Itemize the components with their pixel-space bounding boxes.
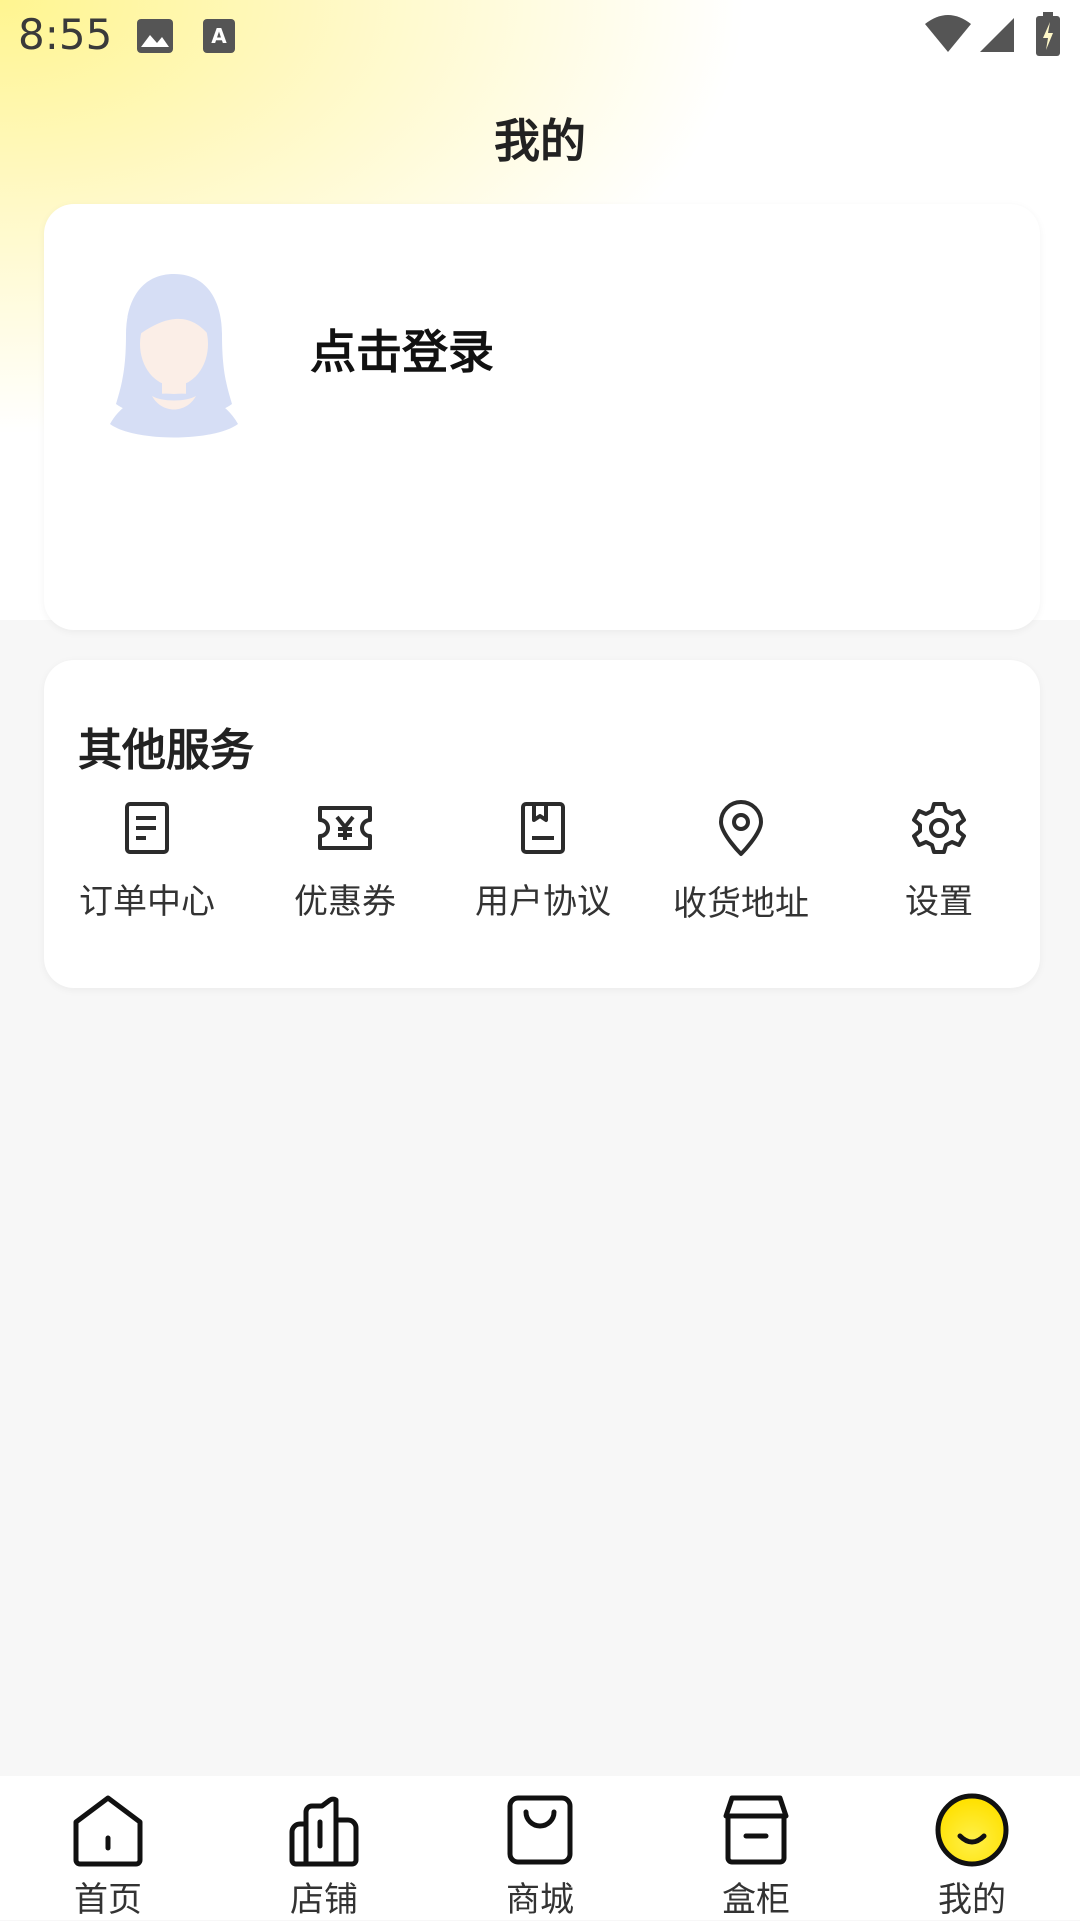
page-title: 我的 [494, 114, 586, 168]
service-label: 收货地址 [673, 884, 809, 924]
services-card: 其他服务 订单中心 优惠券 用户协议 收货地址 设置 [44, 660, 1040, 988]
login-card[interactable]: 点击登录 [44, 204, 1040, 630]
service-label: 设置 [905, 882, 973, 922]
tab-store[interactable]: 店铺 [216, 1792, 432, 1921]
font-download-icon: A [202, 18, 236, 58]
service-user-agreement[interactable]: 用户协议 [444, 800, 642, 923]
box-cabinet-icon [648, 1792, 864, 1868]
smiley-icon [864, 1792, 1080, 1868]
gear-icon [840, 800, 1038, 856]
shopping-bag-icon [432, 1792, 648, 1868]
service-coupon[interactable]: 优惠券 [246, 800, 444, 923]
services-title: 其他服务 [78, 725, 254, 776]
status-time: 8:55 [18, 10, 113, 59]
tab-home[interactable]: 首页 [0, 1792, 216, 1921]
tab-label: 我的 [938, 1880, 1006, 1920]
tab-label: 商城 [506, 1880, 574, 1920]
tab-label: 首页 [74, 1880, 142, 1920]
user-avatar-icon[interactable] [104, 274, 244, 444]
service-label: 订单中心 [79, 882, 215, 922]
store-icon [216, 1792, 432, 1868]
tab-label: 店铺 [290, 1880, 358, 1920]
location-pin-icon [642, 800, 840, 858]
svg-text:A: A [211, 24, 227, 48]
order-doc-icon [48, 800, 246, 856]
tab-box-cabinet[interactable]: 盒柜 [648, 1792, 864, 1921]
tab-mall[interactable]: 商城 [432, 1792, 648, 1921]
coupon-icon [246, 800, 444, 856]
agreement-icon [444, 800, 642, 856]
tab-label: 盒柜 [722, 1880, 790, 1920]
image-icon [136, 18, 174, 58]
wifi-icon [924, 14, 972, 58]
login-link[interactable]: 点击登录 [310, 316, 494, 382]
service-label: 用户协议 [475, 882, 611, 922]
signal-icon [978, 16, 1016, 58]
status-bar: 8:55 A [0, 0, 1080, 72]
service-shipping-address[interactable]: 收货地址 [642, 800, 840, 925]
tab-mine[interactable]: 我的 [864, 1792, 1080, 1921]
service-label: 优惠券 [294, 882, 396, 922]
home-icon [0, 1792, 216, 1868]
bottom-tab-bar: 首页 店铺 商城 盒柜 我的 [0, 1776, 1080, 1920]
service-order-center[interactable]: 订单中心 [48, 800, 246, 923]
service-settings[interactable]: 设置 [840, 800, 1038, 923]
battery-charging-icon [1036, 12, 1060, 60]
